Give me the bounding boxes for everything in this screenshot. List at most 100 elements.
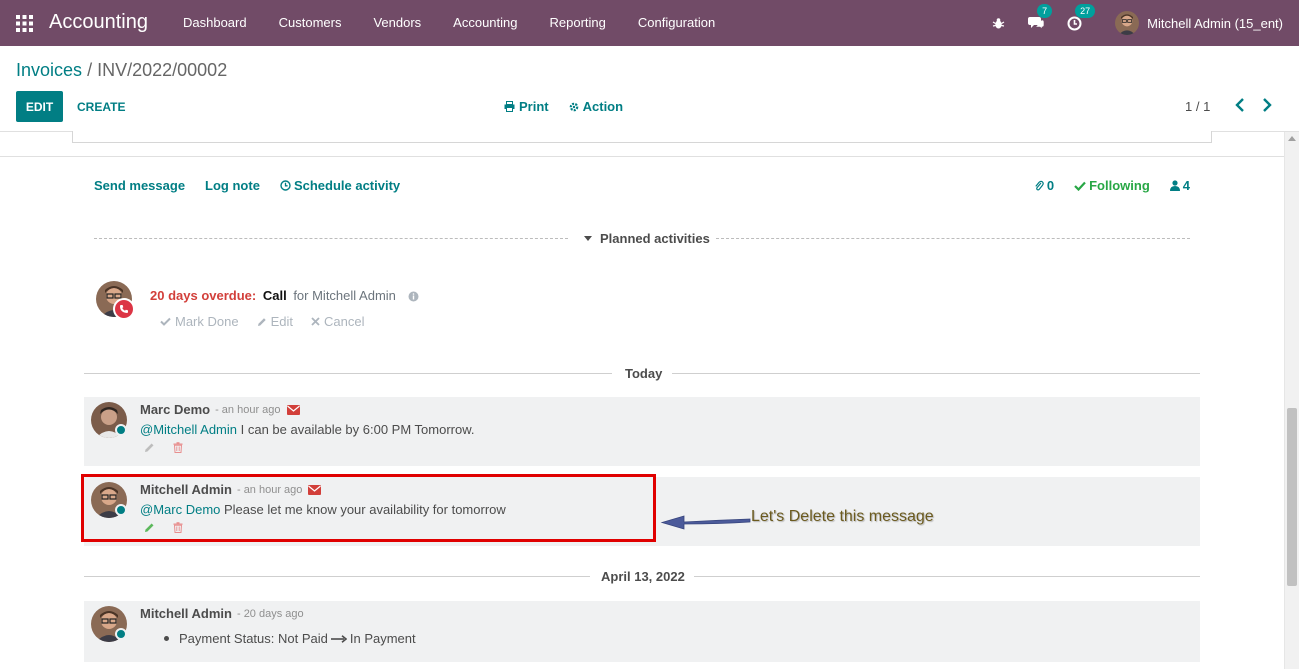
message-tools (144, 442, 183, 453)
activities-clock-icon[interactable]: 27 (1063, 4, 1096, 34)
form-actions: Print Action (504, 99, 623, 114)
form-divider (0, 156, 1284, 157)
user-menu[interactable]: Mitchell Admin (15_ent) (1115, 11, 1283, 35)
pager-value[interactable]: 1 / 1 (1185, 99, 1210, 114)
gear-icon (569, 102, 578, 111)
menu-customers[interactable]: Customers (263, 0, 358, 46)
today-separator-right (672, 373, 1200, 374)
activity-actions: Mark Done Edit Cancel (160, 314, 364, 329)
today-separator-left (84, 373, 612, 374)
menu-vendors[interactable]: Vendors (357, 0, 437, 46)
date-separator-right (694, 576, 1200, 577)
pencil-icon[interactable] (144, 442, 155, 453)
info-icon[interactable] (408, 290, 419, 305)
online-status-indicator (115, 628, 127, 640)
action-button[interactable]: Action (569, 99, 623, 114)
log-note-button[interactable]: Log note (205, 178, 260, 193)
user-name: Mitchell Admin (15_ent) (1147, 15, 1283, 31)
create-button[interactable]: CREATE (77, 91, 125, 122)
activity-cancel-button[interactable]: Cancel (311, 314, 364, 329)
check-icon (160, 317, 171, 326)
edit-button[interactable]: EDIT (16, 91, 63, 122)
message-mention[interactable]: @Mitchell Admin (140, 422, 237, 437)
debug-bug-icon[interactable] (987, 12, 1009, 34)
activities-count-badge: 27 (1075, 4, 1096, 18)
messages-icon[interactable]: 7 (1025, 4, 1053, 34)
following-button[interactable]: Following (1074, 178, 1150, 193)
pager-next-icon[interactable] (1261, 97, 1273, 113)
form-sheet-bottom (72, 131, 1212, 143)
message-date: - an hour ago (215, 403, 281, 416)
breadcrumb-invoices-link[interactable]: Invoices (16, 60, 82, 80)
menu-dashboard[interactable]: Dashboard (167, 0, 263, 46)
phone-icon (113, 298, 135, 320)
mark-done-label: Mark Done (175, 314, 239, 329)
followers-button[interactable]: 4 (1169, 178, 1190, 193)
date-separator-april: April 13, 2022 (601, 569, 685, 584)
trash-icon[interactable] (173, 442, 183, 453)
annotation-arrow-icon (660, 515, 751, 530)
send-message-button[interactable]: Send message (94, 178, 185, 193)
long-arrow-right-icon (330, 634, 347, 643)
message-body: @Mitchell Admin I can be available by 6:… (140, 422, 475, 437)
page-scrollbar[interactable] (1284, 132, 1299, 669)
main-menu: Dashboard Customers Vendors Accounting R… (167, 0, 731, 46)
menu-configuration[interactable]: Configuration (622, 0, 731, 46)
tracking-new-value: In Payment (349, 631, 416, 646)
chatter-topbar: Send message Log note Schedule activity (94, 178, 400, 193)
tracking-value: Payment Status: Not Paid In Payment (164, 631, 416, 646)
schedule-activity-button[interactable]: Schedule activity (280, 178, 400, 193)
pager-previous-icon[interactable] (1234, 97, 1246, 113)
annotation-text: Let's Delete this message (751, 508, 934, 525)
pencil-icon (257, 317, 266, 326)
breadcrumb: Invoices / INV/2022/00002 (16, 60, 227, 81)
message-text: I can be available by 6:00 PM Tomorrow. (237, 422, 475, 437)
breadcrumb-separator: / (87, 60, 93, 80)
chatter-followers-bar: 0 Following 4 (1034, 178, 1190, 193)
print-icon (504, 101, 515, 112)
schedule-activity-label: Schedule activity (293, 178, 401, 193)
print-label: Print (519, 99, 549, 114)
highlight-box (81, 474, 656, 542)
check-icon (1074, 181, 1086, 191)
activity-summary: 20 days overdue: Call for Mitchell Admin (150, 288, 419, 305)
activity-assignee: for Mitchell Admin (293, 288, 396, 303)
activity-edit-button[interactable]: Edit (257, 314, 293, 329)
caret-down-icon (584, 235, 592, 241)
times-icon (311, 317, 320, 326)
date-separator-left (84, 576, 590, 577)
message-item: Marc Demo - an hour ago @Mitchell Admin … (84, 397, 1200, 466)
paperclip-icon (1035, 180, 1044, 190)
activity-edit-label: Edit (270, 314, 293, 329)
user-icon (1169, 180, 1180, 191)
message-date: - 20 days ago (236, 607, 304, 620)
scrollbar-thumb[interactable] (1287, 408, 1297, 586)
systray: 7 27 Mitchell Admin (15_ent) (987, 0, 1299, 46)
messages-count-badge: 7 (1037, 4, 1053, 18)
attachments-count: 0 (1046, 178, 1055, 193)
apps-grid-icon[interactable] (16, 15, 33, 32)
bullet (164, 636, 169, 641)
form-content: Send message Log note Schedule activity … (0, 131, 1299, 669)
planned-activities-separator-left (94, 238, 568, 239)
app-title[interactable]: Accounting (49, 11, 148, 34)
message-item: Mitchell Admin - 20 days ago Payment Sta… (84, 601, 1200, 662)
scroll-up-arrow-icon[interactable] (1288, 136, 1296, 141)
menu-reporting[interactable]: Reporting (534, 0, 622, 46)
print-button[interactable]: Print (504, 99, 549, 114)
message-author[interactable]: Mitchell Admin (140, 606, 232, 621)
user-avatar (1115, 11, 1140, 35)
action-label: Action (582, 99, 624, 114)
message-header: Mitchell Admin - 20 days ago (140, 606, 304, 621)
mark-done-button[interactable]: Mark Done (160, 314, 239, 329)
envelope-icon (286, 404, 300, 415)
message-header: Marc Demo - an hour ago (140, 402, 300, 417)
attachments-button[interactable]: 0 (1034, 178, 1054, 193)
menu-accounting[interactable]: Accounting (437, 0, 533, 46)
planned-activities-toggle[interactable]: Planned activities (584, 231, 710, 246)
message-author[interactable]: Marc Demo (140, 402, 210, 417)
breadcrumb-current: INV/2022/00002 (97, 60, 228, 80)
activity-overdue: 20 days overdue: (150, 288, 257, 303)
followers-count: 4 (1182, 178, 1190, 193)
following-label: Following (1089, 178, 1150, 193)
